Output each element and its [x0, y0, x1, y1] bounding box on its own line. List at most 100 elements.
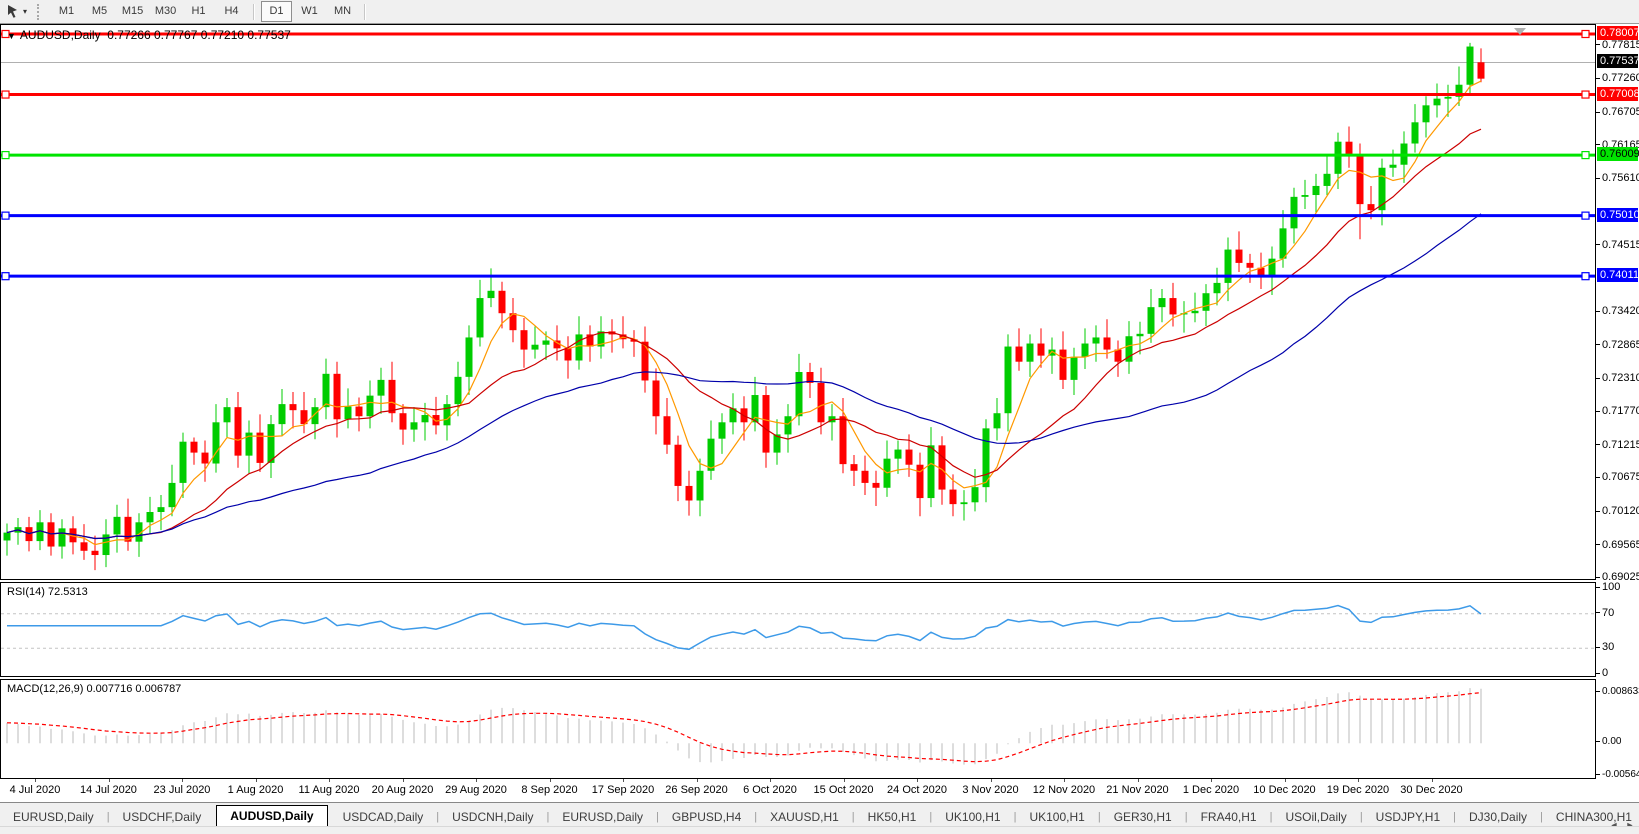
date-tick: [108, 779, 110, 782]
chart-tab-USDCAD-Daily[interactable]: USDCAD,Daily: [330, 808, 437, 827]
date-tick: [917, 779, 918, 782]
chart-title: ▼ AUDUSD,Daily 0.77266 0.77767 0.77210 0.…: [7, 28, 291, 42]
macd-current-values: 0.007716 0.006787: [86, 683, 182, 695]
macd-indicator-panel[interactable]: MACD(12,26,9) 0.007716 0.006787: [0, 679, 1596, 779]
date-tick: [623, 779, 624, 782]
rsi-plot[interactable]: [1, 583, 1595, 676]
timeframe-button-MN[interactable]: MN: [327, 1, 358, 22]
axis-tick-label: 30: [1596, 640, 1614, 654]
timeframe-buttons: M1 M5 M15 M30 H1 H4 D1 W1 MN: [50, 1, 371, 22]
chart-tab-AUDUSD-Daily[interactable]: AUDUSD,Daily: [216, 805, 328, 827]
date-tick: [1064, 779, 1065, 782]
chart-ohlc-values: 0.77266 0.77767 0.77210 0.77537: [107, 28, 291, 42]
level-line-handle-0.76009[interactable]: [1, 150, 10, 160]
date-axis[interactable]: 4 Jul 2020 14 Jul 2020 23 Jul 2020 1 Aug 20…: [0, 779, 1596, 801]
status-strip: [0, 826, 1639, 834]
date-tick: [990, 779, 992, 782]
level-line-handle-0.78007[interactable]: [1581, 29, 1590, 39]
level-price-badge: 0.74011: [1597, 268, 1639, 283]
axis-tick-label: 0.75610: [1596, 171, 1639, 185]
macd-name: MACD(12,26,9): [7, 683, 84, 695]
chart-tab-UK100-H1[interactable]: UK100,H1: [932, 808, 1013, 827]
mt4-window: ▾ M1 M5 M15 M30 H1 H4 D1 W1 MN ▼ AUDUSD,Daily 0.7…: [0, 0, 1639, 834]
macd-plot[interactable]: [1, 680, 1595, 778]
rsi-name: RSI(14): [7, 586, 45, 598]
date-tick: [770, 779, 771, 782]
date-tick: [476, 779, 477, 782]
timeframe-button-M5[interactable]: M5: [84, 1, 115, 22]
axis-tick-label: -0.005641: [1596, 768, 1639, 782]
chart-tab-EURUSD-Daily[interactable]: EURUSD,Daily: [0, 808, 107, 827]
chart-tab-USDCNH-Daily[interactable]: USDCNH,Daily: [439, 808, 546, 827]
date-label: 30 Dec 2020: [1400, 784, 1463, 796]
level-price-badge: 0.78007: [1597, 26, 1639, 40]
macd-label: MACD(12,26,9) 0.007716 0.006787: [7, 683, 181, 695]
chart-tab-bar: EURUSD,Daily|USDCHF,Daily|AUDUSD,Daily|U…: [0, 802, 1639, 827]
rsi-indicator-panel[interactable]: RSI(14) 72.5313: [0, 582, 1596, 677]
timeframe-button-M1[interactable]: M1: [51, 1, 82, 22]
level-price-badge: 0.75010: [1597, 207, 1639, 222]
axis-tick-label: 100: [1596, 580, 1620, 594]
chart-tab-GER30-H1[interactable]: GER30,H1: [1101, 808, 1185, 827]
price-axis[interactable]: 0.77815 0.77260 0.76705 0.76165 0.75610 0.745…: [1596, 24, 1639, 782]
date-tick: [1358, 779, 1359, 782]
date-tick: [843, 779, 845, 782]
date-tick: [329, 779, 330, 782]
level-line-handle-0.74011[interactable]: [1581, 272, 1590, 281]
chart-tab-USDJPY-H1[interactable]: USDJPY,H1: [1363, 808, 1453, 827]
timeframe-button-D1[interactable]: D1: [261, 1, 293, 22]
timeframe-button-H4[interactable]: H4: [216, 1, 247, 22]
one-click-trading-toggle[interactable]: ▼: [7, 31, 16, 41]
date-tick: [1431, 779, 1433, 782]
chart-tab-USDCHF-Daily[interactable]: USDCHF,Daily: [110, 808, 215, 827]
axis-tick-label: 0.71770: [1596, 404, 1639, 418]
level-line-handle-0.74011[interactable]: [1, 272, 10, 281]
axis-tick-label: 0.00: [1596, 735, 1621, 749]
axis-tick-label: 70: [1596, 606, 1614, 620]
chart-symbol-label: AUDUSD,Daily: [19, 28, 101, 42]
candlestick-chart[interactable]: [1, 25, 1595, 579]
date-tick: [1211, 779, 1212, 782]
chart-tab-UK100-H1[interactable]: UK100,H1: [1016, 808, 1097, 827]
chart-tab-DJ30-Daily[interactable]: DJ30,Daily: [1456, 808, 1540, 827]
axis-tick-label: 0.76705: [1596, 105, 1639, 119]
axis-tick-label: 0.73420: [1596, 304, 1639, 318]
level-price-badge: 0.76009: [1597, 147, 1639, 162]
level-line-handle-0.75010[interactable]: [1581, 211, 1590, 220]
timeframe-button-M15[interactable]: M15: [117, 1, 148, 22]
date-tick: [35, 779, 36, 782]
level-line-handle-0.77008[interactable]: [1581, 90, 1590, 99]
toolbar-grip[interactable]: [37, 3, 44, 20]
level-line-handle-0.77008[interactable]: [1, 90, 10, 99]
toolbar-separator: [253, 3, 256, 20]
level-line-handle-0.76009[interactable]: [1581, 150, 1590, 160]
chart-tab-HK50-H1[interactable]: HK50,H1: [855, 808, 930, 827]
level-line-handle-0.75010[interactable]: [1, 211, 10, 220]
chart-tab-USOil-Daily[interactable]: USOil,Daily: [1272, 808, 1359, 827]
axis-tick-label: 0.70675: [1596, 470, 1639, 484]
rsi-label: RSI(14) 72.5313: [7, 586, 88, 598]
axis-tick-label: 0.72310: [1596, 371, 1639, 385]
axis-tick-label: 0.71215: [1596, 438, 1639, 452]
chevron-down-icon: ▾: [23, 7, 28, 16]
main-chart-panel[interactable]: ▼ AUDUSD,Daily 0.77266 0.77767 0.77210 0.…: [0, 24, 1596, 580]
chart-cursor-tool-button[interactable]: ▾: [0, 1, 31, 23]
level-price-badge: 0.77008: [1597, 86, 1639, 101]
chart-tab-FRA40-H1[interactable]: FRA40,H1: [1188, 808, 1270, 827]
date-tick: [402, 779, 404, 782]
date-tick: [1137, 779, 1139, 782]
date-tick: [549, 779, 551, 782]
timeframe-button-W1[interactable]: W1: [294, 1, 325, 22]
axis-tick-label: 0.72865: [1596, 338, 1639, 352]
timeframe-button-M30[interactable]: M30: [150, 1, 181, 22]
axis-tick-label: 0.74515: [1596, 238, 1639, 252]
axis-tick-label: 0.008633: [1596, 685, 1639, 699]
timeframe-button-H1[interactable]: H1: [183, 1, 214, 22]
axis-tick-label: 0.69565: [1596, 538, 1639, 552]
axis-tick-label: 0: [1596, 666, 1608, 680]
chart-tab-EURUSD-Daily[interactable]: EURUSD,Daily: [549, 808, 656, 827]
axis-tick-label: 0.70120: [1596, 504, 1639, 518]
chart-tab-XAUUSD-H1[interactable]: XAUUSD,H1: [757, 808, 852, 827]
date-tick: [255, 779, 257, 782]
chart-tab-GBPUSD-H4[interactable]: GBPUSD,H4: [659, 808, 754, 827]
